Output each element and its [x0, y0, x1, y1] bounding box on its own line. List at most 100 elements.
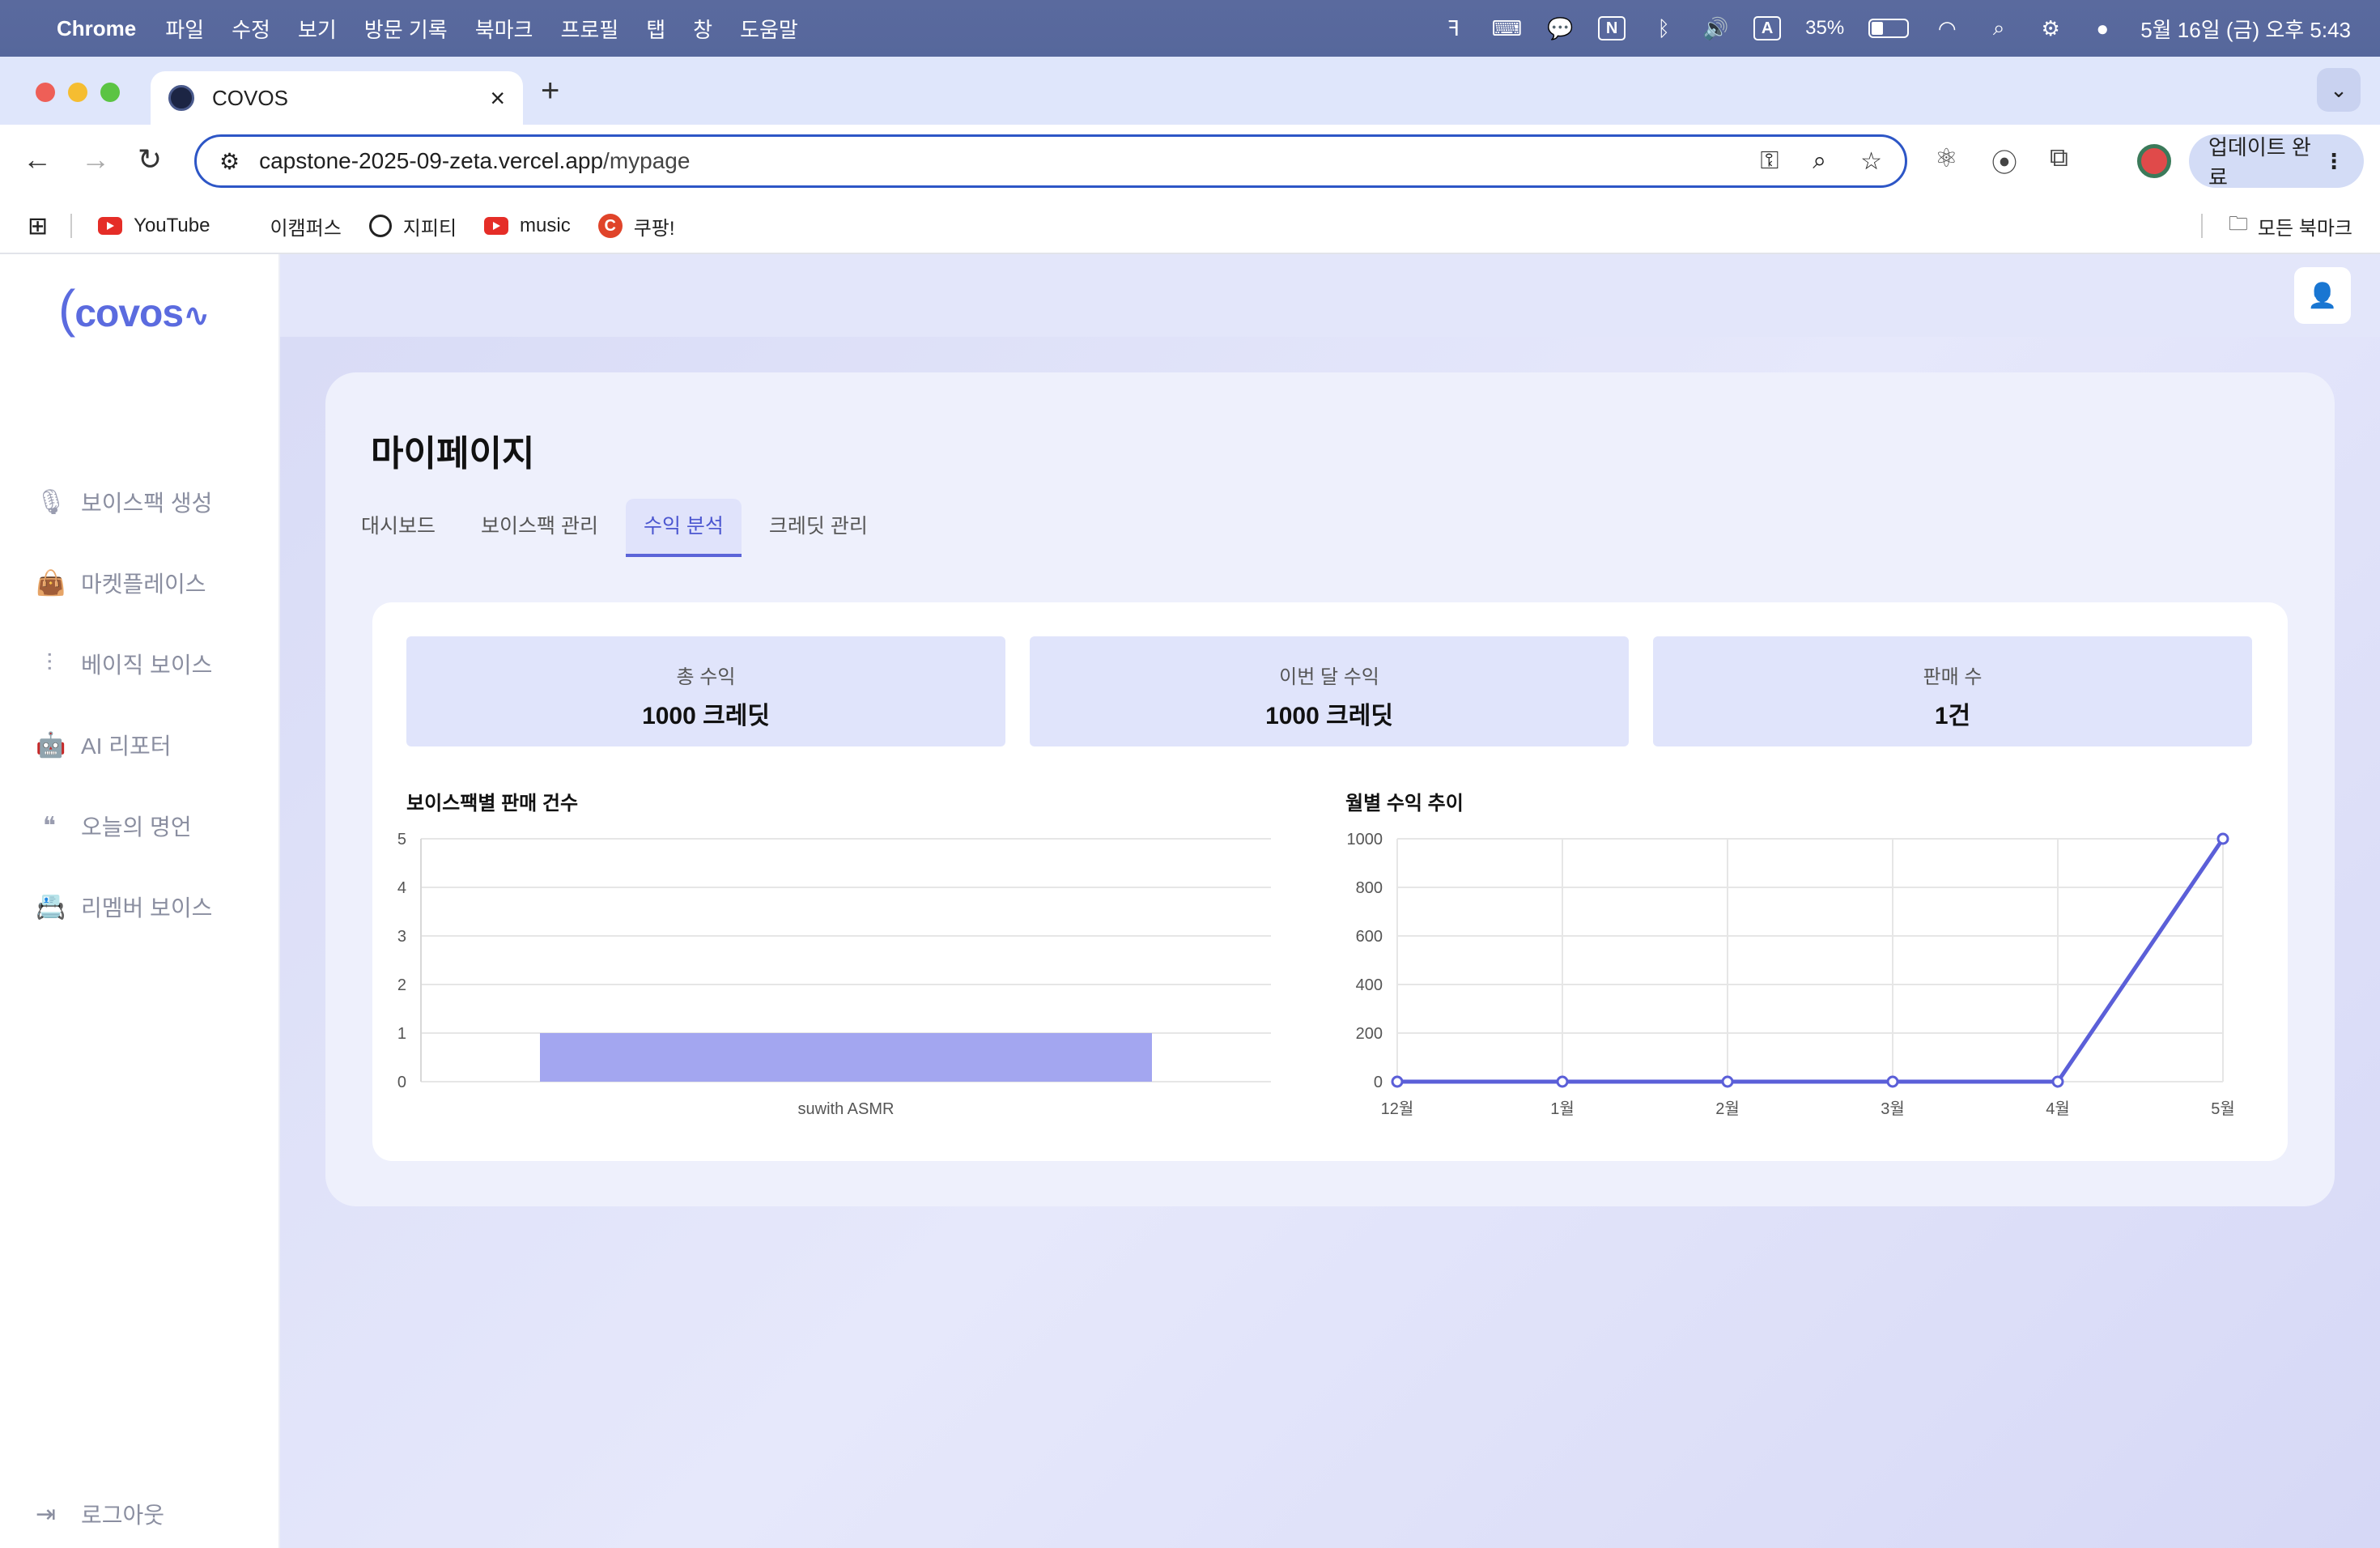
tab-title: COVOS — [212, 85, 288, 110]
notion-icon[interactable]: N — [1598, 16, 1626, 40]
update-label: 업데이트 완료 — [2208, 135, 2311, 189]
bookmark-label: 쿠팡! — [633, 217, 675, 240]
spotlight-search-icon[interactable]: ⌕ — [1985, 15, 2012, 42]
y-tick-label: 3 — [397, 928, 406, 946]
wifi-icon[interactable]: ◠ — [1933, 15, 1961, 42]
close-tab-icon[interactable]: × — [490, 83, 505, 113]
apps-grid-icon[interactable]: ⊞ — [28, 212, 48, 240]
close-window-button[interactable] — [36, 83, 55, 102]
quote-icon: ❝ — [42, 812, 57, 840]
tab-search-chevron-icon[interactable]: ⌄ — [2317, 68, 2361, 112]
menu-edit[interactable]: 수정 — [232, 14, 270, 44]
react-devtools-icon[interactable]: ⚛ — [1935, 142, 1958, 173]
back-arrow-icon[interactable]: ← — [23, 142, 52, 176]
menu-tab[interactable]: 탭 — [646, 14, 665, 44]
site-settings-icon[interactable]: ⚙ — [219, 148, 240, 175]
new-tab-button[interactable]: + — [541, 73, 559, 109]
data-point — [1721, 1075, 1734, 1088]
all-bookmarks[interactable]: 🗀 모든 북마크 — [2200, 210, 2352, 243]
figma-icon[interactable]: ꟻ — [1440, 15, 1468, 42]
microphone-icon: 🎙 — [36, 488, 67, 516]
sidebar-item-basic-voice[interactable]: ⫶ 베이직 보이스 — [36, 623, 212, 704]
battery-icon[interactable] — [1868, 19, 1910, 38]
extensions-puzzle-icon[interactable]: ⧉ — [2050, 142, 2068, 173]
data-point — [1556, 1075, 1569, 1088]
data-point — [2051, 1075, 2064, 1088]
bookmark-coupang[interactable]: C 쿠팡! — [597, 212, 675, 240]
menu-profiles[interactable]: 프로필 — [560, 14, 618, 44]
x-tick-label: 5월 — [2211, 1099, 2235, 1118]
menubar-app-name[interactable]: Chrome — [57, 16, 136, 41]
sidebar-item-remember-voice[interactable]: 📇 리멤버 보이스 — [36, 866, 212, 947]
y-tick-label: 1000 — [1347, 831, 1383, 848]
tab-revenue-analysis[interactable]: 수익 분석 — [625, 499, 742, 557]
more-menu-icon[interactable]: ⋮ — [2323, 149, 2344, 174]
x-tick-label: 3월 — [1881, 1099, 1905, 1118]
bookmark-music[interactable]: music — [484, 215, 571, 237]
bluetooth-icon[interactable]: ᛒ — [1650, 15, 1677, 42]
menu-bookmarks[interactable]: 북마크 — [475, 14, 533, 44]
bookmark-youtube[interactable]: YouTube — [98, 215, 210, 237]
sidebar-item-label: 리멤버 보이스 — [81, 895, 213, 921]
menu-history[interactable]: 방문 기록 — [364, 14, 448, 44]
minimize-window-button[interactable] — [68, 83, 87, 102]
browser-tab-active[interactable]: COVOS × — [151, 71, 523, 125]
menubar-clock[interactable]: 5월 16일 (금) 오후 5:43 — [2140, 14, 2351, 44]
browser-toolbar: ← → ↻ ⚙ capstone-2025-09-zeta.vercel.app… — [0, 125, 2380, 199]
x-tick-label: 1월 — [1550, 1099, 1575, 1118]
browser-tabstrip: COVOS × + ⌄ — [0, 57, 2380, 125]
siri-icon[interactable]: ● — [2089, 15, 2116, 42]
extension-icon[interactable]: ⦿ — [1991, 142, 2017, 180]
user-profile-button[interactable]: 👤 — [2294, 267, 2351, 324]
y-tick-label: 200 — [1356, 1025, 1383, 1043]
bookmarks-divider — [2200, 214, 2203, 238]
zoom-window-button[interactable] — [100, 83, 120, 102]
page-title: 마이페이지 — [371, 434, 535, 474]
keyboard-icon[interactable]: ⌨ — [1492, 15, 1523, 42]
favicon-icon — [168, 85, 194, 111]
bookmark-star-icon[interactable]: ☆ — [1860, 147, 1882, 176]
volume-icon[interactable]: 🔊 — [1702, 15, 1729, 42]
forward-arrow-icon[interactable]: → — [81, 142, 110, 176]
logout-label: 로그아웃 — [81, 1503, 165, 1528]
robot-icon: 🤖 — [36, 731, 66, 759]
stat-label: 이번 달 수익 — [1279, 666, 1379, 688]
x-tick-label: 4월 — [2046, 1099, 2070, 1118]
logout-button[interactable]: ⇥ 로그아웃 — [36, 1498, 164, 1530]
mypage-card: 마이페이지 대시보드 보이스팩 관리 수익 분석 크레딧 관리 총 수익 100… — [325, 372, 2335, 1206]
menu-view[interactable]: 보기 — [298, 14, 337, 44]
tab-credit-manage[interactable]: 크레딧 관리 — [751, 499, 886, 557]
sidebar-item-daily-quote[interactable]: ❝ 오늘의 명언 — [36, 785, 212, 866]
bookmark-label: music — [520, 215, 571, 236]
y-tick-label: 1 — [397, 1025, 406, 1043]
x-tick-label: 2월 — [1715, 1099, 1740, 1118]
sidebar-item-label: 베이직 보이스 — [81, 653, 213, 678]
tab-voicepack-manage[interactable]: 보이스팩 관리 — [463, 499, 616, 557]
shopping-bag-icon: 👜 — [36, 569, 66, 597]
mypage-tabs: 대시보드 보이스팩 관리 수익 분석 크레딧 관리 — [343, 499, 895, 557]
bar — [540, 1033, 1152, 1082]
sidebar-item-marketplace[interactable]: 👜 마켓플레이스 — [36, 542, 212, 623]
menu-help[interactable]: 도움말 — [740, 14, 798, 44]
address-bar[interactable]: ⚙ capstone-2025-09-zeta.vercel.app/mypag… — [194, 134, 1907, 188]
profile-avatar[interactable] — [2137, 144, 2171, 178]
bookmarks-divider — [70, 214, 73, 238]
control-center-icon[interactable]: ⚙ — [2037, 15, 2064, 42]
update-button[interactable]: 업데이트 완료 ⋮ — [2189, 134, 2364, 189]
sidebar-item-ai-reporter[interactable]: 🤖 AI 리포터 — [36, 704, 212, 785]
menu-file[interactable]: 파일 — [165, 14, 204, 44]
tab-dashboard[interactable]: 대시보드 — [343, 499, 453, 557]
covos-logo[interactable]: (covos∿ — [58, 279, 210, 338]
bookmark-ecampus[interactable]: 이캠퍼스 — [270, 212, 341, 240]
sidebar-item-voicepack-create[interactable]: 🎙 보이스팩 생성 — [36, 461, 212, 542]
sidebar-item-label: AI 리포터 — [81, 734, 172, 759]
menu-window[interactable]: 창 — [693, 14, 712, 44]
chat-icon[interactable]: 💬 — [1546, 15, 1574, 42]
input-source-icon[interactable]: A — [1753, 16, 1782, 40]
bookmark-gpt[interactable]: 지피티 — [368, 212, 457, 240]
stat-value: 1000 크레딧 — [642, 703, 770, 729]
password-key-icon[interactable]: ⚿ — [1760, 147, 1779, 176]
zoom-icon[interactable]: ⌕ — [1813, 147, 1826, 176]
url-text[interactable]: capstone-2025-09-zeta.vercel.app/mypage — [259, 148, 690, 174]
reload-icon[interactable]: ↻ — [138, 142, 162, 176]
